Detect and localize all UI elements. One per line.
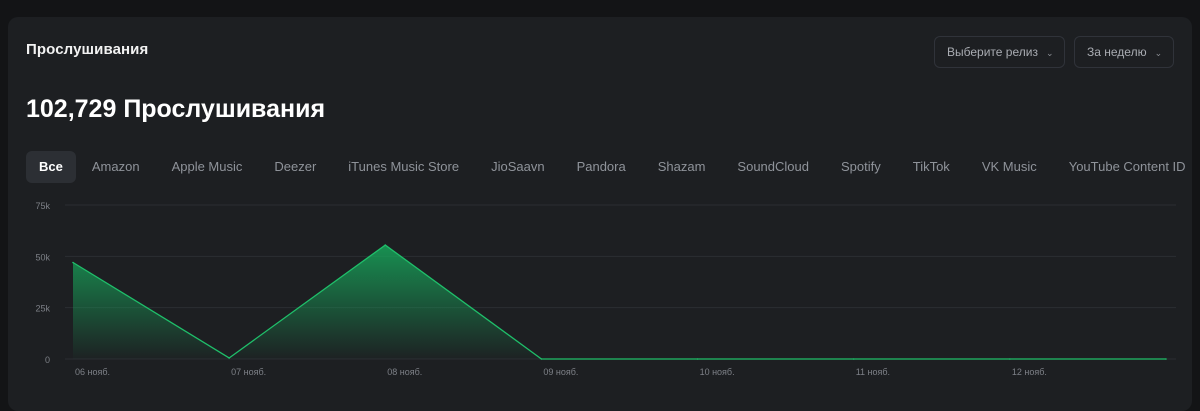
x-tick-label: 12 нояб. xyxy=(1012,367,1047,377)
tab-jiosaavn[interactable]: JioSaavn xyxy=(475,151,560,183)
y-tick-label: 0 xyxy=(45,355,50,365)
series-line xyxy=(72,244,1166,360)
tab-vk-music[interactable]: VK Music xyxy=(966,151,1053,183)
data-point xyxy=(72,261,74,264)
x-tick-label: 10 нояб. xyxy=(700,367,735,377)
total-streams: 102,729 Прослушивания xyxy=(26,95,326,123)
x-tick-label: 09 нояб. xyxy=(543,367,578,377)
tab-pandora[interactable]: Pandora xyxy=(561,151,642,183)
data-point xyxy=(1165,358,1167,360)
release-select-value: Выберите релиз xyxy=(947,45,1038,59)
data-point xyxy=(540,358,543,360)
y-tick-label: 50k xyxy=(35,252,50,262)
tab-shazam[interactable]: Shazam xyxy=(642,151,722,183)
tab-itunes-music-store[interactable]: iTunes Music Store xyxy=(332,151,475,183)
x-tick-label: 11 нояб. xyxy=(856,367,890,377)
data-point xyxy=(696,358,699,360)
y-tick-label: 25k xyxy=(35,304,50,314)
tab-все[interactable]: Все xyxy=(26,151,76,183)
x-tick-label: 08 нояб. xyxy=(387,367,422,377)
tab-amazon[interactable]: Amazon xyxy=(76,151,156,183)
x-tick-label: 06 нояб. xyxy=(75,367,110,377)
y-tick-label: 75k xyxy=(35,201,50,211)
data-point xyxy=(228,357,230,359)
tab-youtube-content-id[interactable]: YouTube Content ID xyxy=(1053,151,1200,183)
streams-chart: 0 25k 50k 75k 06 нояб. 07 нояб. 08 нояб. 09 ноя… xyxy=(35,201,1176,377)
data-point xyxy=(852,358,855,360)
tab-soundcloud[interactable]: SoundCloud xyxy=(721,151,825,183)
chevron-down-icon: ⌄ xyxy=(1154,47,1163,58)
period-select-value: За неделю xyxy=(1087,45,1147,59)
data-point xyxy=(1009,358,1011,360)
card-title: Прослушивания xyxy=(26,41,149,58)
period-select[interactable]: За неделю ⌄ xyxy=(1074,36,1174,68)
tab-apple-music[interactable]: Apple Music xyxy=(156,151,259,183)
release-select[interactable]: Выберите релиз ⌄ xyxy=(934,36,1065,68)
chevron-down-icon: ⌄ xyxy=(1045,47,1054,58)
data-point xyxy=(384,244,387,246)
tab-spotify[interactable]: Spotify xyxy=(825,151,897,183)
x-tick-label: 07 нояб. xyxy=(231,367,266,377)
tab-tiktok[interactable]: TikTok xyxy=(897,151,966,183)
streams-card: Прослушивания Выберите релиз ⌄ За неделю… xyxy=(8,17,1192,411)
tab-deezer[interactable]: Deezer xyxy=(258,151,332,183)
series-area xyxy=(73,245,1166,359)
platform-tabs: Все Amazon Apple Music Deezer iTunes Music S… xyxy=(26,151,1200,183)
